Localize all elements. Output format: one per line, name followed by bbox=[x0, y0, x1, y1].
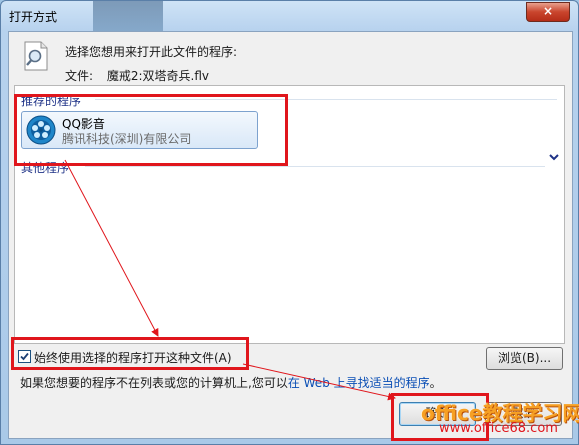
dialog-body: 选择您想用来打开此文件的程序: 文件: 魔戒2:双塔奇兵.flv 推荐的程序 Q… bbox=[8, 31, 573, 439]
title-bar-glass bbox=[93, 1, 163, 31]
title-bar[interactable]: 打开方式 × bbox=[1, 1, 578, 31]
hint-text: 如果您想要的程序不在列表或您的计算机上,您可以在 Web 上寻找适当的程序。 bbox=[20, 374, 442, 391]
chevron-down-icon[interactable] bbox=[548, 152, 560, 162]
open-with-dialog: 打开方式 × 选择您想用来打开此文件的程序: 文件: 魔戒2:双塔奇兵.flv … bbox=[0, 0, 579, 445]
hint-prefix: 如果您想要的程序不在列表或您的计算机上,您可以 bbox=[20, 376, 288, 390]
hint-suffix: 。 bbox=[429, 376, 442, 390]
window-title: 打开方式 bbox=[9, 10, 58, 24]
close-icon: × bbox=[542, 4, 554, 18]
close-button[interactable]: × bbox=[526, 2, 570, 22]
dialog-prompt: 选择您想用来打开此文件的程序: bbox=[65, 45, 238, 59]
watermark-url: www.office68.com bbox=[439, 421, 558, 436]
file-search-icon bbox=[24, 41, 48, 71]
divider bbox=[85, 166, 545, 167]
annotation-box-recommended bbox=[14, 94, 288, 166]
annotation-box-checkbox bbox=[11, 337, 249, 370]
web-search-link[interactable]: 在 Web 上寻找适当的程序 bbox=[288, 376, 430, 390]
watermark: office教程学习网 www.office68.com bbox=[417, 397, 579, 441]
browse-button[interactable]: 浏览(B)... bbox=[486, 347, 563, 370]
file-name: 魔戒2:双塔奇兵.flv bbox=[106, 69, 210, 83]
file-label: 文件: bbox=[65, 69, 94, 83]
file-info: 文件: 魔戒2:双塔奇兵.flv bbox=[65, 67, 209, 84]
